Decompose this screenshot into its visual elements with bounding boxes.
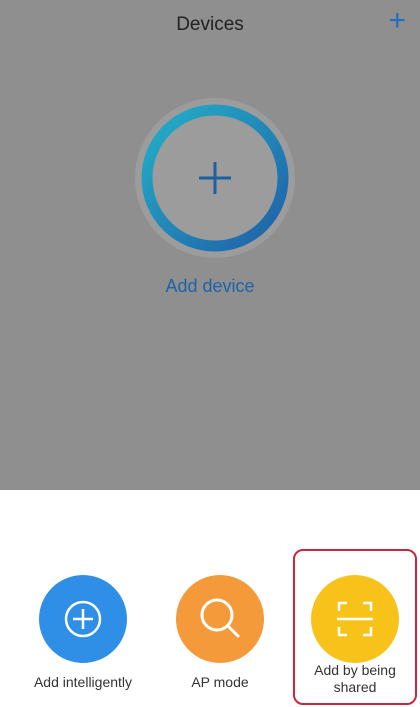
add-device-ring-icon [135, 98, 295, 258]
add-plus-icon[interactable]: + [388, 6, 406, 36]
plus-circle-icon [64, 600, 102, 638]
add-device-button[interactable] [135, 98, 295, 258]
highlight-frame [293, 549, 417, 705]
option-ap-mode[interactable]: AP mode [155, 490, 285, 707]
option-add-intelligently[interactable]: Add intelligently [18, 490, 148, 707]
ap-mode-button[interactable] [176, 575, 264, 663]
search-icon [200, 598, 240, 638]
add-device-label[interactable]: Add device [0, 276, 420, 297]
add-intelligently-label: Add intelligently [33, 674, 133, 690]
header-bar: Devices + [0, 0, 420, 58]
ap-mode-label: AP mode [191, 674, 249, 690]
add-intelligently-button[interactable] [39, 575, 127, 663]
page-title: Devices [176, 14, 244, 35]
